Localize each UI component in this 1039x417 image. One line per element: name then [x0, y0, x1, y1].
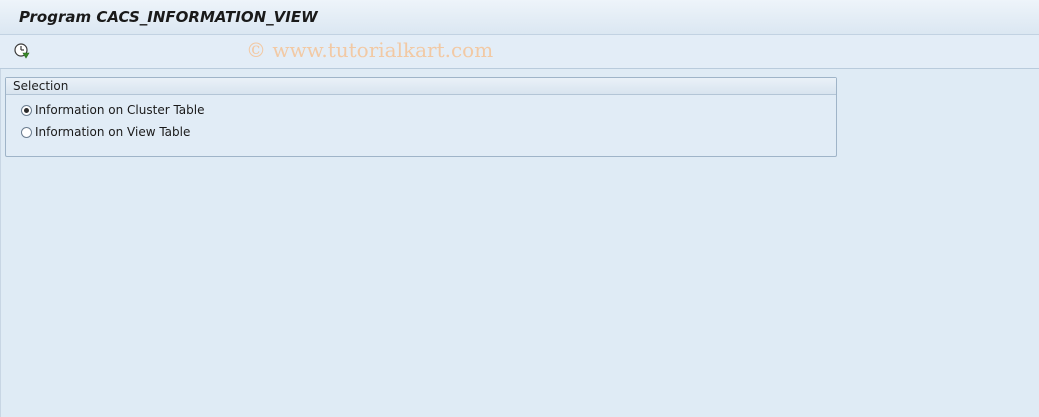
- page-title: Program CACS_INFORMATION_VIEW: [19, 8, 318, 26]
- radio-label-cluster-table: Information on Cluster Table: [35, 103, 205, 117]
- radio-button-cluster-table[interactable]: [21, 104, 32, 116]
- title-bar: Program CACS_INFORMATION_VIEW: [0, 0, 1039, 35]
- application-toolbar: © www.tutorialkart.com: [0, 35, 1039, 69]
- radio-label-view-table: Information on View Table: [35, 125, 191, 139]
- watermark-text: © www.tutorialkart.com: [246, 38, 494, 62]
- selection-group-box: Selection Information on Cluster Table I…: [5, 77, 837, 157]
- radio-button-view-table[interactable]: [21, 126, 32, 138]
- selection-group-title: Selection: [6, 78, 836, 95]
- radio-view-table[interactable]: Information on View Table: [21, 124, 190, 140]
- execute-button[interactable]: [11, 41, 33, 61]
- execute-clock-icon: [14, 43, 30, 59]
- left-divider: [0, 69, 1, 417]
- radio-cluster-table[interactable]: Information on Cluster Table: [21, 102, 204, 118]
